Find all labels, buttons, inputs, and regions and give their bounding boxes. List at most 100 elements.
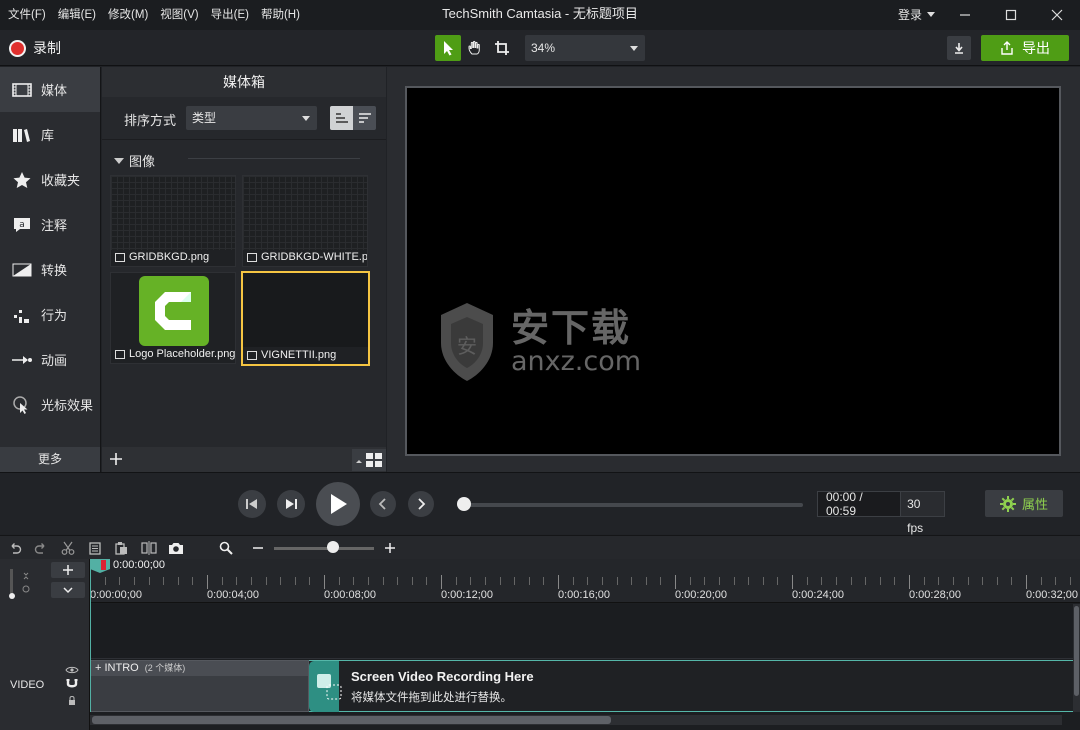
- record-button[interactable]: 录制: [9, 38, 61, 58]
- ruler-tick: [909, 575, 910, 589]
- ruler-tick: [645, 577, 647, 585]
- step-back-button[interactable]: [238, 490, 266, 518]
- pan-tool[interactable]: [462, 35, 488, 61]
- sort-ascending-button[interactable]: [330, 106, 353, 130]
- lock-icon: [69, 696, 75, 705]
- minimize-button[interactable]: [942, 0, 988, 30]
- media-caption: VIGNETTII.png: [247, 349, 367, 361]
- close-button[interactable]: [1034, 0, 1080, 30]
- nav-library[interactable]: 库: [0, 112, 100, 157]
- nav-cursor-effects[interactable]: 光标效果: [0, 382, 100, 427]
- sort-select[interactable]: 类型: [186, 106, 317, 130]
- nav-behaviors[interactable]: 行为: [0, 292, 100, 337]
- crop-tool[interactable]: [489, 35, 515, 61]
- ruler-tick: [514, 577, 516, 585]
- screen-recording-placeholder[interactable]: Screen Video Recording Here 将媒体文件拖到此处进行替…: [309, 660, 1075, 712]
- zoom-slider-handle[interactable]: [327, 541, 339, 553]
- ruler-tick: [704, 577, 706, 585]
- sort-descending-button[interactable]: [353, 106, 376, 130]
- group-header-images[interactable]: 图像: [114, 151, 155, 170]
- export-button[interactable]: 导出: [981, 35, 1069, 61]
- media-item-selected[interactable]: VIGNETTII.png: [241, 271, 370, 366]
- maximize-button[interactable]: [988, 0, 1034, 30]
- shield-icon: 安: [441, 303, 493, 381]
- time-readout: 00:00 / 00:59: [826, 490, 863, 518]
- timeline-ruler[interactable]: 0:00:00;00 0:00:04;00 0:00:08;00 0:00:12;00…: [90, 559, 1080, 603]
- ruler-tick: [777, 577, 779, 585]
- properties-button[interactable]: 属性: [985, 490, 1063, 517]
- undo-icon: [11, 543, 22, 554]
- vertical-scrollbar[interactable]: [1073, 604, 1080, 712]
- menu-view[interactable]: 视图(V): [154, 0, 204, 30]
- plus-icon: [110, 453, 122, 465]
- timeline-toolbar: [0, 535, 1080, 559]
- horizontal-scroll-thumb[interactable]: [92, 716, 611, 724]
- track-options-button[interactable]: [51, 582, 85, 598]
- menu-file[interactable]: 文件(F): [2, 0, 52, 30]
- scissors-icon: [61, 541, 75, 555]
- playhead-handle[interactable]: [90, 559, 110, 573]
- watermark-text: 安下载 anxz.com: [511, 308, 641, 376]
- media-name: GRIDBKGD-WHITE.png: [261, 251, 367, 263]
- scrub-handle[interactable]: [457, 497, 471, 511]
- split-button[interactable]: [140, 539, 158, 557]
- media-item[interactable]: GRIDBKGD-WHITE.png: [242, 175, 368, 267]
- intro-group-clip[interactable]: + INTRO (2 个媒体): [90, 660, 309, 712]
- paste-button[interactable]: [112, 539, 130, 557]
- play-button[interactable]: [316, 482, 360, 526]
- add-track-button[interactable]: [51, 562, 85, 578]
- track-height-slider-icon[interactable]: [4, 563, 34, 603]
- nav-transitions[interactable]: 转换: [0, 247, 100, 292]
- zoom-slider[interactable]: [274, 547, 374, 550]
- ruler-label: 0:00:12;00: [441, 589, 493, 601]
- horizontal-scrollbar[interactable]: [90, 715, 1062, 725]
- nav-animations[interactable]: 动画: [0, 337, 100, 382]
- zoom-select[interactable]: 34%: [525, 35, 645, 61]
- previous-marker-button[interactable]: [370, 491, 396, 517]
- ruler-label: 0:00:24;00: [792, 589, 844, 601]
- media-caption: GRIDBKGD.png: [115, 251, 235, 263]
- empty-track[interactable]: [90, 604, 1075, 659]
- media-item[interactable]: GRIDBKGD.png: [110, 175, 236, 267]
- more-button[interactable]: 更多: [0, 447, 100, 472]
- media-item[interactable]: Logo Placeholder.png: [110, 272, 236, 364]
- step-forward-button[interactable]: [277, 490, 305, 518]
- nav-favorites[interactable]: 收藏夹: [0, 157, 100, 202]
- title-bar: 文件(F) 编辑(E) 修改(M) 视图(V) 导出(E) 帮助(H) Tech…: [0, 0, 1080, 30]
- zoom-out-button[interactable]: [249, 539, 267, 557]
- next-marker-button[interactable]: [408, 491, 434, 517]
- login-dropdown[interactable]: 登录: [898, 0, 935, 30]
- select-tool[interactable]: [435, 35, 461, 61]
- menu-edit[interactable]: 编辑(E): [52, 0, 102, 30]
- play-icon: [331, 494, 347, 514]
- maximize-icon: [1005, 9, 1017, 21]
- sort-descending-icon: [358, 113, 371, 123]
- intro-label: INTRO: [104, 662, 139, 674]
- redo-button[interactable]: [32, 539, 50, 557]
- nav-media[interactable]: 媒体: [0, 67, 100, 112]
- media-thumbnail: [243, 273, 368, 347]
- menu-help[interactable]: 帮助(H): [255, 0, 306, 30]
- menu-export[interactable]: 导出(E): [205, 0, 255, 30]
- menu-modify[interactable]: 修改(M): [102, 0, 154, 30]
- scrub-bar[interactable]: [463, 503, 803, 507]
- add-media-button[interactable]: [106, 449, 126, 469]
- ruler-tick: [397, 577, 399, 585]
- copy-button[interactable]: [86, 539, 104, 557]
- annotation-icon: a: [11, 215, 33, 235]
- track-label: VIDEO: [10, 679, 45, 691]
- zoom-in-button[interactable]: [381, 539, 399, 557]
- undo-button[interactable]: [6, 539, 24, 557]
- zoom-fit-button[interactable]: [217, 539, 235, 557]
- download-button[interactable]: [947, 36, 971, 60]
- animation-icon: [11, 350, 33, 370]
- placeholder-icon: [317, 674, 342, 700]
- snapshot-button[interactable]: [167, 539, 185, 557]
- ruler-tick: [616, 577, 618, 585]
- grid-view-button[interactable]: [352, 449, 386, 471]
- preview-canvas[interactable]: [405, 86, 1061, 456]
- vertical-scroll-thumb[interactable]: [1074, 606, 1079, 696]
- copy-icon: [89, 542, 101, 555]
- nav-annotations[interactable]: a 注释: [0, 202, 100, 247]
- cut-button[interactable]: [59, 539, 77, 557]
